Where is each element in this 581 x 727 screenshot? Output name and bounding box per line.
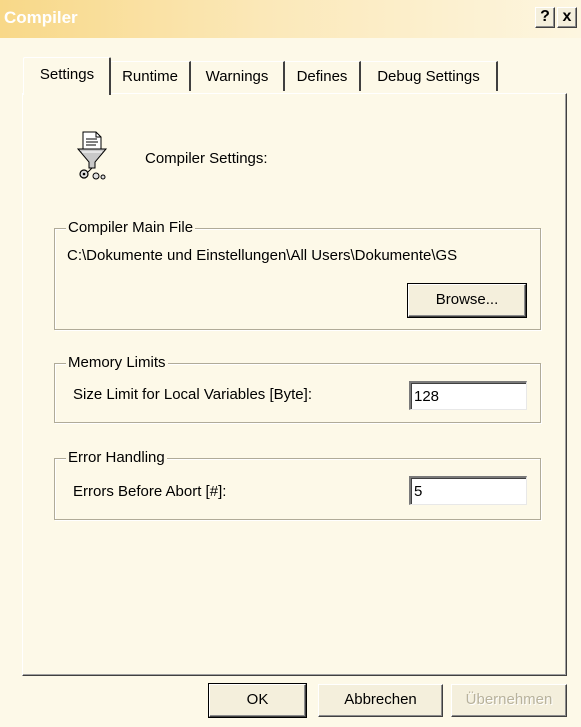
help-button[interactable]: ? <box>535 7 555 28</box>
tab-defines[interactable]: Defines <box>285 61 361 91</box>
ok-button[interactable]: OK <box>208 683 307 718</box>
errors-before-abort-label: Errors Before Abort [#]: <box>73 483 227 500</box>
apply-button[interactable]: Übernehmen <box>451 684 567 717</box>
errors-before-abort-input[interactable] <box>409 476 527 505</box>
tab-runtime-label: Runtime <box>122 68 178 85</box>
compiler-funnel-icon <box>74 130 110 182</box>
tab-settings-label: Settings <box>39 66 95 83</box>
compiler-settings-heading: Compiler Settings: <box>145 150 268 167</box>
local-variables-size-input[interactable] <box>409 381 527 410</box>
tab-warnings[interactable]: Warnings <box>191 61 285 91</box>
window-title: Compiler <box>4 8 78 27</box>
main-file-path: C:\Dokumente und Einstellungen\All Users… <box>67 247 458 264</box>
tab-defines-label: Defines <box>296 68 348 85</box>
browse-button[interactable]: Browse... <box>407 283 527 318</box>
tab-debug-settings-label: Debug Settings <box>377 68 480 85</box>
close-button[interactable]: x <box>557 7 577 28</box>
tab-debug-settings[interactable]: Debug Settings <box>361 61 498 91</box>
title-bar[interactable]: Compiler ? x <box>0 0 581 38</box>
compiler-dialog: Compiler ? x Settings Runtime Warnings D… <box>0 0 581 727</box>
tab-runtime[interactable]: Runtime <box>111 61 191 91</box>
tab-settings[interactable]: Settings <box>23 57 111 95</box>
main-file-legend: Compiler Main File <box>66 219 196 237</box>
tab-warnings-label: Warnings <box>205 68 269 85</box>
local-variables-label: Size Limit for Local Variables [Byte]: <box>73 386 312 403</box>
memory-limits-legend: Memory Limits <box>66 354 168 372</box>
cancel-button[interactable]: Abbrechen <box>318 684 443 717</box>
error-handling-legend: Error Handling <box>66 449 167 467</box>
